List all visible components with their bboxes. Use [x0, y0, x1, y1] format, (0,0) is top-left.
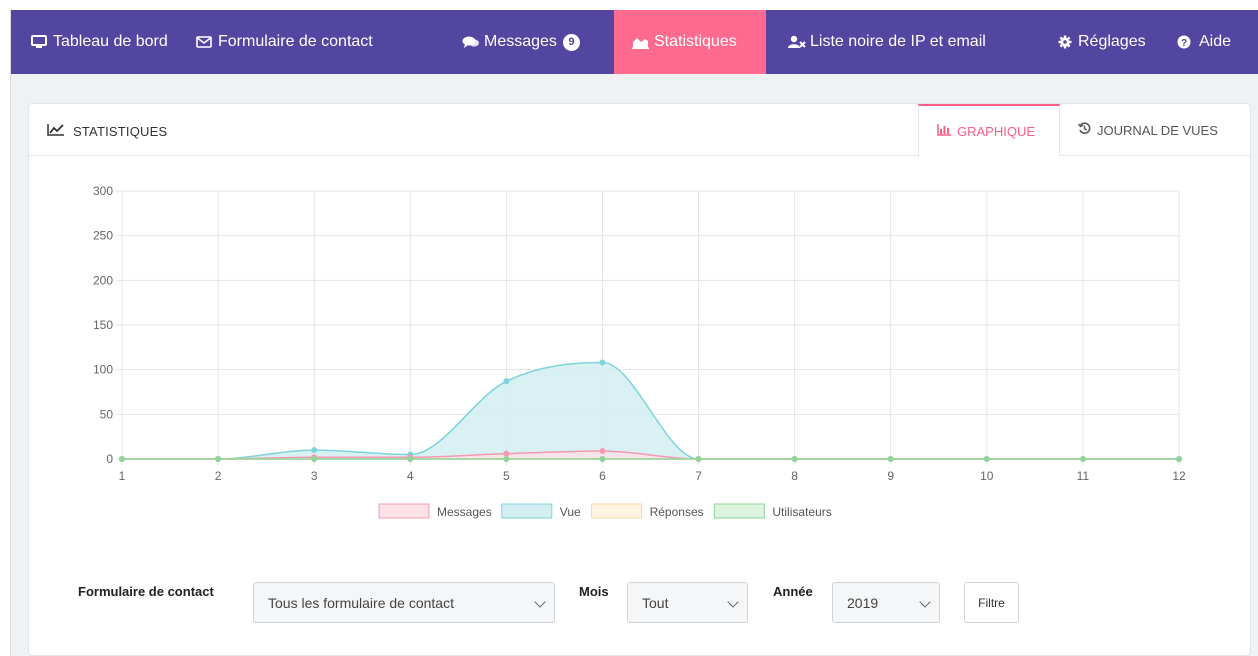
gear-icon — [1058, 35, 1072, 49]
nav-label: Messages — [484, 33, 557, 50]
nav-label: Aide — [1199, 33, 1232, 50]
nav-item-help[interactable]: ? Aide — [1151, 10, 1258, 74]
data-point — [407, 456, 414, 462]
x-tick-label: 11 — [1077, 469, 1090, 483]
data-point — [887, 456, 894, 462]
legend-label: Vue — [560, 505, 581, 519]
comments-icon — [462, 35, 479, 49]
filter-button[interactable]: Filtre — [964, 582, 1019, 623]
tab-graph-label: GRAPHIQUE — [957, 124, 1036, 139]
nav-item-messages[interactable]: Messages 9 — [436, 10, 614, 74]
nav-item-settings[interactable]: Réglages — [1037, 10, 1151, 74]
data-point — [599, 447, 606, 454]
nav-item-statistics[interactable]: Statistiques — [614, 10, 766, 74]
legend-swatch — [501, 503, 553, 519]
legend-label: Utilisateurs — [772, 505, 831, 519]
nav-label: Réglages — [1078, 33, 1146, 50]
data-point — [503, 456, 510, 462]
x-tick-label: 12 — [1172, 469, 1186, 483]
y-tick-label: 150 — [93, 318, 113, 332]
data-point — [119, 456, 125, 462]
form-select[interactable]: Tous les formulaire de contact — [253, 582, 555, 623]
data-point — [983, 456, 990, 462]
data-point — [503, 378, 510, 385]
user-block-icon — [788, 35, 806, 49]
x-tick-label: 9 — [887, 469, 894, 483]
filter-bar: Formulaire de contact Tous les formulair… — [29, 572, 1250, 623]
y-tick-label: 0 — [106, 452, 113, 466]
month-select[interactable]: Tout — [627, 582, 748, 623]
panel-header: STATISTIQUES GRAPHIQUE JOURNAL DE VUES — [29, 104, 1250, 157]
chevron-down-icon — [534, 596, 546, 608]
year-filter-label: Année — [773, 584, 813, 599]
data-point — [1079, 456, 1086, 462]
tab-view-log-label: JOURNAL DE VUES — [1097, 122, 1218, 138]
nav-item-dashboard[interactable]: Tableau de bord — [11, 10, 182, 74]
svg-text:?: ? — [1181, 38, 1187, 49]
month-select-value: Tout — [642, 594, 669, 611]
legend-swatch — [591, 503, 643, 519]
area-chart-icon — [632, 35, 649, 49]
legend-swatch — [713, 503, 765, 519]
chevron-down-icon — [727, 596, 739, 608]
nav-item-contact-form[interactable]: Formulaire de contact — [182, 10, 436, 74]
x-tick-label: 2 — [215, 469, 222, 483]
envelope-icon — [196, 35, 212, 49]
x-tick-label: 1 — [119, 469, 126, 483]
question-circle-icon: ? — [1177, 35, 1193, 49]
x-tick-label: 4 — [407, 469, 414, 483]
data-point — [215, 456, 222, 462]
statistics-panel: STATISTIQUES GRAPHIQUE JOURNAL DE VUES 0… — [28, 103, 1251, 656]
x-tick-label: 10 — [980, 469, 994, 483]
legend-label: Réponses — [650, 505, 704, 519]
nav-label: Formulaire de contact — [218, 33, 373, 50]
x-tick-label: 7 — [695, 469, 702, 483]
month-filter-label: Mois — [579, 584, 609, 599]
year-select-value: 2019 — [847, 594, 879, 611]
year-select[interactable]: 2019 — [832, 582, 940, 623]
history-icon — [1077, 122, 1091, 138]
panel-title-text: STATISTIQUES — [73, 123, 168, 139]
data-point — [311, 447, 318, 454]
legend-swatch — [378, 503, 430, 519]
top-nav: Tableau de bord Formulaire de contact Me… — [11, 10, 1258, 74]
nav-item-blacklist[interactable]: Liste noire de IP et email — [766, 10, 1037, 74]
x-tick-label: 5 — [503, 469, 510, 483]
nav-label: Liste noire de IP et email — [810, 33, 986, 50]
y-tick-label: 50 — [100, 407, 114, 421]
tab-graph[interactable]: GRAPHIQUE — [918, 104, 1060, 157]
form-select-value: Tous les formulaire de contact — [268, 594, 454, 611]
form-filter-label: Formulaire de contact — [78, 584, 214, 599]
messages-count-badge: 9 — [562, 33, 580, 51]
data-point — [695, 456, 702, 462]
tab-view-log[interactable]: JOURNAL DE VUES — [1060, 104, 1250, 156]
x-tick-label: 8 — [791, 469, 798, 483]
statistics-chart: 0501001502002503001 2 3 4 5 6 7 8 9 10 11 12Message… — [93, 184, 1186, 519]
data-point — [599, 359, 606, 366]
y-tick-label: 250 — [93, 229, 113, 243]
y-tick-label: 200 — [93, 273, 113, 287]
data-point — [599, 456, 606, 462]
x-tick-label: 6 — [599, 469, 606, 483]
bar-chart-icon — [937, 124, 951, 139]
chevron-down-icon — [919, 596, 931, 608]
data-point — [311, 456, 318, 462]
y-tick-label: 100 — [93, 363, 113, 377]
data-point — [503, 450, 510, 457]
app-frame: Tableau de bord Formulaire de contact Me… — [10, 10, 1258, 656]
line-chart-icon — [47, 123, 65, 139]
legend-label: Messages — [437, 505, 492, 519]
y-tick-label: 300 — [93, 184, 113, 198]
nav-label: Statistiques — [654, 33, 737, 50]
data-point — [791, 456, 798, 462]
data-point — [1176, 456, 1182, 462]
x-tick-label: 3 — [311, 469, 318, 483]
nav-label: Tableau de bord — [53, 33, 168, 50]
panel-title: STATISTIQUES — [47, 123, 167, 139]
monitor-icon — [31, 35, 47, 49]
